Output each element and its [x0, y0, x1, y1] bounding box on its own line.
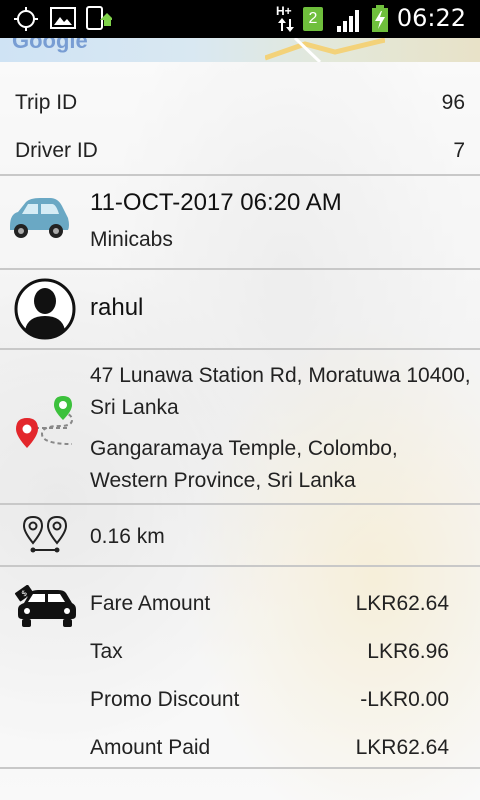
drop-address-line2: Western Province, Sri Lanka [90, 469, 356, 492]
fare-car-icon: $ [14, 585, 76, 627]
fare-amount-value: LKR62.64 [355, 592, 449, 615]
trip-detail-panel: Trip ID 96 Driver ID 7 11-OCT-2017 06:20… [0, 62, 480, 800]
route-section: 47 Lunawa Station Rd, Moratuwa 10400, Sr… [0, 350, 480, 505]
avatar-icon [14, 278, 76, 340]
fare-amount-label: Fare Amount [90, 592, 211, 615]
promo-discount-label: Promo Discount [90, 688, 240, 711]
distance-pins-icon [22, 515, 68, 553]
sim-badge: 2 [303, 7, 323, 31]
driver-id-label: Driver ID [15, 139, 98, 162]
vehicle-section: 11-OCT-2017 06:20 AM Minicabs [0, 176, 480, 270]
trip-id-value: 96 [441, 91, 465, 114]
network-type: H+ [276, 4, 292, 18]
trip-datetime: 11-OCT-2017 06:20 AM [90, 189, 342, 216]
status-bar: H+ 2 06:22 [0, 0, 480, 38]
amount-paid-label: Amount Paid [90, 736, 211, 759]
route-icon [16, 396, 74, 448]
pickup-address-line2: Sri Lanka [90, 396, 179, 419]
tax-value: LKR6.96 [367, 640, 449, 663]
sim-number: 2 [308, 10, 318, 27]
battery-icon [372, 5, 388, 32]
distance-section: 0.16 km [0, 505, 480, 567]
driver-id-value: 7 [453, 139, 465, 162]
driver-section: rahul [0, 270, 480, 350]
car-icon [10, 198, 69, 238]
tax-label: Tax [90, 640, 123, 663]
drop-address-line1: Gangaramaya Temple, Colombo, [90, 437, 398, 460]
map-attribution: Google [12, 38, 88, 53]
distance-value: 0.16 km [90, 525, 165, 548]
trip-id-label: Trip ID [15, 91, 78, 114]
driver-name: rahul [90, 294, 144, 321]
map-roads [265, 38, 385, 62]
clock: 06:22 [396, 4, 466, 32]
gps-icon [14, 7, 38, 31]
promo-discount-value: -LKR0.00 [360, 688, 449, 711]
vehicle-category: Minicabs [90, 228, 173, 251]
data-arrows-icon [278, 18, 294, 32]
map-view[interactable]: Google [0, 38, 480, 64]
fare-section: $ Fare Amount LKR62.64 Tax LKR6.96 Promo… [0, 567, 480, 769]
image-icon [50, 7, 76, 29]
signal-icon [337, 10, 359, 32]
trip-ids-section: Trip ID 96 Driver ID 7 [0, 62, 480, 176]
amount-paid-value: LKR62.64 [355, 736, 449, 759]
phone-update-icon [86, 6, 112, 30]
pickup-address-line1: 47 Lunawa Station Rd, Moratuwa 10400, [90, 364, 471, 387]
